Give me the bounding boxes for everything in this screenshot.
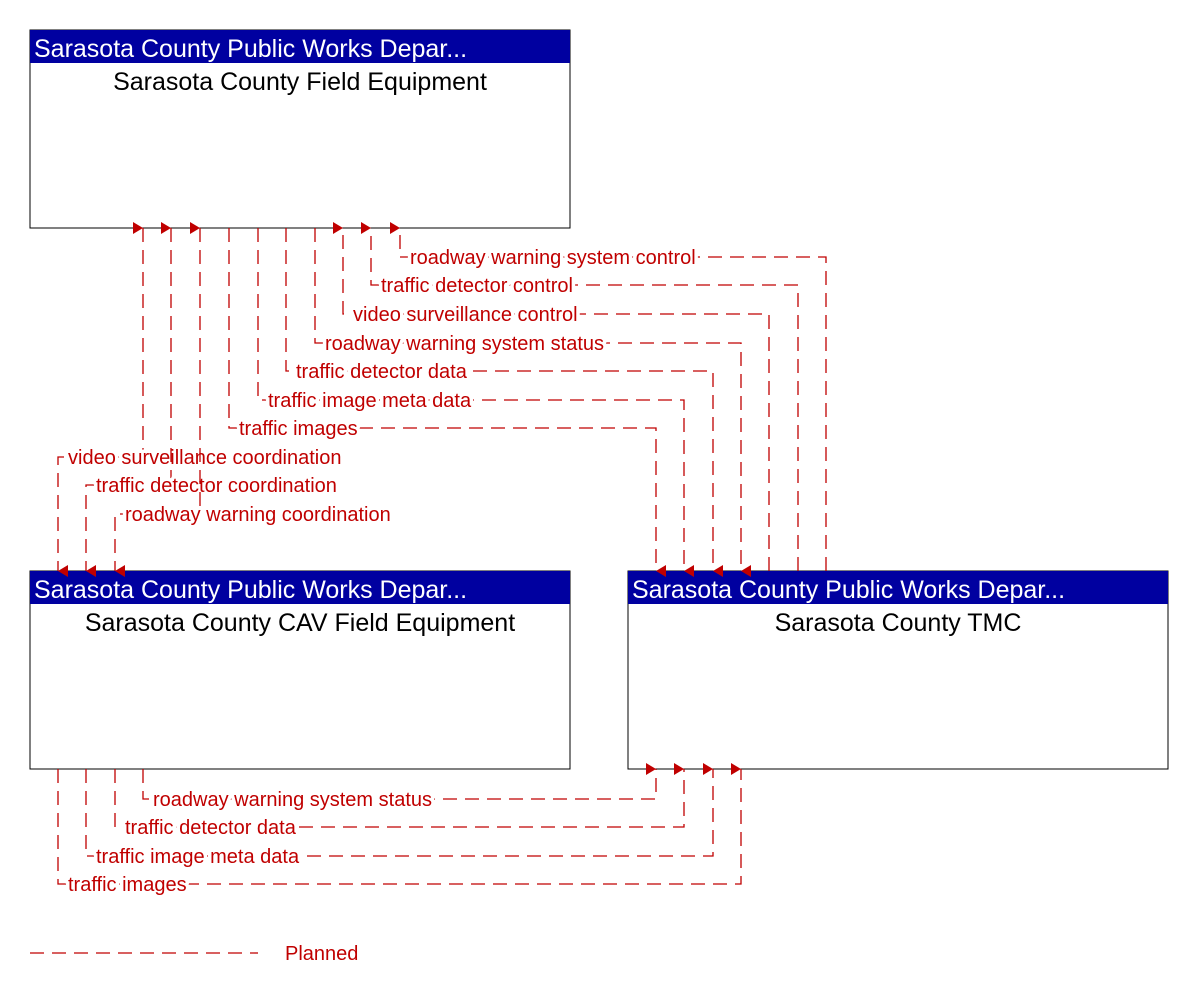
flow-label: traffic image meta data <box>268 390 472 412</box>
box-owner: Sarasota County Public Works Depar... <box>34 576 467 604</box>
flow-label: video surveillance coordination <box>68 447 342 469</box>
flow-label: traffic detector control <box>381 275 573 297</box>
flow-label: traffic images <box>239 418 358 440</box>
flow-label: roadway warning system status <box>325 333 604 355</box>
flow-label: traffic detector data <box>296 361 468 383</box>
flow-label: traffic detector coordination <box>96 475 337 497</box>
flow-label: roadway warning system status <box>153 789 432 811</box>
box-tmc[interactable]: Sarasota County Public Works Depar... Sar… <box>627 570 1169 770</box>
legend: Planned <box>30 943 358 965</box>
flow-label: video surveillance control <box>353 304 578 326</box>
box-owner: Sarasota County Public Works Depar... <box>34 35 467 63</box>
legend-planned-label: Planned <box>285 943 358 965</box>
box-name: Sarasota County CAV Field Equipment <box>85 609 515 637</box>
box-cav[interactable]: Sarasota County Public Works Depar... Sar… <box>29 570 571 770</box>
box-field[interactable]: Sarasota County Public Works Depar... Sar… <box>29 29 571 229</box>
flow-label: traffic detector data <box>125 817 297 839</box>
flow-line[interactable] <box>85 763 714 857</box>
flow-cav-to-tmc[interactable]: roadway warning system status <box>142 763 657 815</box>
flow-label: traffic image meta data <box>96 846 300 868</box>
flow-label: traffic images <box>68 874 187 896</box>
flow-label: roadway warning coordination <box>125 504 391 526</box>
flow-label: roadway warning system control <box>410 247 696 269</box>
architecture-diagram: Sarasota County Public Works Depar... Sar… <box>29 29 1169 965</box>
box-name: Sarasota County Field Equipment <box>113 68 487 96</box>
box-owner: Sarasota County Public Works Depar... <box>632 576 1065 604</box>
box-name: Sarasota County TMC <box>775 609 1022 637</box>
